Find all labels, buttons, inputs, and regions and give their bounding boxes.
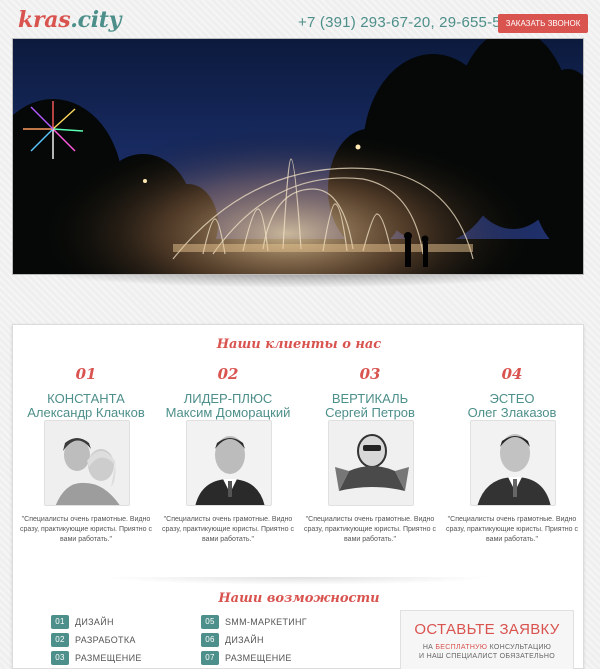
capability-number: 06: [201, 633, 219, 647]
capability-label: ДИЗАЙН: [225, 635, 264, 645]
order-text-highlight: БЕСПЛАТНУЮ: [435, 644, 488, 651]
capability-item[interactable]: 05 SMM-МАРКЕТИНГ: [201, 615, 307, 629]
section-divider: [103, 577, 495, 585]
site-logo[interactable]: kras.city: [18, 7, 121, 33]
client-company: ЭСТЕО: [489, 391, 535, 406]
order-heading: ОСТАВЬТЕ ЗАЯВКУ: [414, 621, 560, 638]
capability-number: 07: [201, 651, 219, 665]
hero-night-fountain-image: [13, 39, 583, 274]
order-text-after: КОНСУЛЬТАЦИЮ: [489, 644, 552, 651]
capability-item[interactable]: 02 РАЗРАБОТКА: [51, 633, 136, 647]
capability-label: SMM-МАРКЕТИНГ: [225, 617, 307, 627]
client-card: 04 ЭСТЕО Олег Злаказов "Специалисты очен…: [442, 365, 582, 543]
client-person: Александр Клачков: [27, 405, 145, 420]
client-person: Сергей Петров: [325, 405, 415, 420]
header: kras.city +7 (391) 293-67-20, 29-655-59 …: [0, 0, 600, 38]
capabilities-section-title: Наши возможности: [218, 591, 380, 606]
logo-part-2: .city: [70, 7, 122, 33]
client-person: Олег Злаказов: [467, 405, 557, 420]
client-card: 02 ЛИДЕР-ПЛЮС Максим Доморацкий "Специал…: [158, 365, 298, 543]
client-photo: [44, 420, 130, 506]
capability-item[interactable]: 06 ДИЗАЙН: [201, 633, 264, 647]
client-company: КОНСТАНТА: [47, 391, 125, 406]
capability-number: 01: [51, 615, 69, 629]
clients-section-title: Наши клиенты о нас: [216, 337, 382, 352]
order-request-box[interactable]: ОСТАВЬТЕ ЗАЯВКУ НА БЕСПЛАТНУЮ КОНСУЛЬТАЦ…: [400, 610, 574, 669]
capability-label: РАЗМЕЩЕНИЕ: [225, 653, 292, 663]
order-text-before: НА: [422, 644, 434, 651]
client-card: 03 ВЕРТИКАЛЬ Сергей Петров "Специалисты …: [300, 365, 440, 543]
client-number: 03: [359, 365, 381, 383]
client-number: 01: [75, 365, 97, 383]
capability-label: РАЗРАБОТКА: [75, 635, 136, 645]
client-company: ЛИДЕР-ПЛЮС: [183, 391, 273, 406]
client-photo: [186, 420, 272, 506]
client-person: Максим Доморацкий: [165, 405, 291, 420]
callback-button[interactable]: ЗАКАЗАТЬ ЗВОНОК: [498, 14, 588, 33]
client-photo: [470, 420, 556, 506]
client-number: 04: [501, 365, 523, 383]
capability-number: 05: [201, 615, 219, 629]
phone-numbers[interactable]: +7 (391) 293-67-20, 29-655-59: [298, 14, 509, 31]
capability-label: РАЗМЕЩЕНИЕ: [75, 653, 142, 663]
client-quote: "Специалисты очень грамотные. Видно сраз…: [304, 516, 436, 543]
logo-part-1: kras: [18, 7, 71, 33]
client-quote: "Специалисты очень грамотные. Видно сраз…: [20, 516, 152, 543]
capability-item[interactable]: 01 ДИЗАЙН: [51, 615, 114, 629]
order-text: НА БЕСПЛАТНУЮ КОНСУЛЬТАЦИЮ И НАШ СПЕЦИАЛ…: [401, 643, 573, 661]
capability-item[interactable]: 03 РАЗМЕЩЕНИЕ: [51, 651, 142, 665]
client-card: 01 КОНСТАНТА Александр Клачков "Специали…: [16, 365, 156, 543]
capability-item[interactable]: 07 РАЗМЕЩЕНИЕ: [201, 651, 292, 665]
client-quote: "Специалисты очень грамотные. Видно сраз…: [446, 516, 578, 543]
clients-panel: Наши клиенты о нас 01 КОНСТАНТА Александ…: [12, 324, 584, 669]
capability-label: ДИЗАЙН: [75, 617, 114, 627]
capability-number: 03: [51, 651, 69, 665]
client-quote: "Специалисты очень грамотные. Видно сраз…: [162, 516, 294, 543]
client-number: 02: [217, 365, 239, 383]
order-text-line2: И НАШ СПЕЦИАЛИСТ ОБЯЗАТЕЛЬНО: [419, 653, 555, 660]
client-photo: [328, 420, 414, 506]
capability-number: 02: [51, 633, 69, 647]
client-company: ВЕРТИКАЛЬ: [331, 391, 409, 406]
hero-banner: [12, 38, 584, 275]
